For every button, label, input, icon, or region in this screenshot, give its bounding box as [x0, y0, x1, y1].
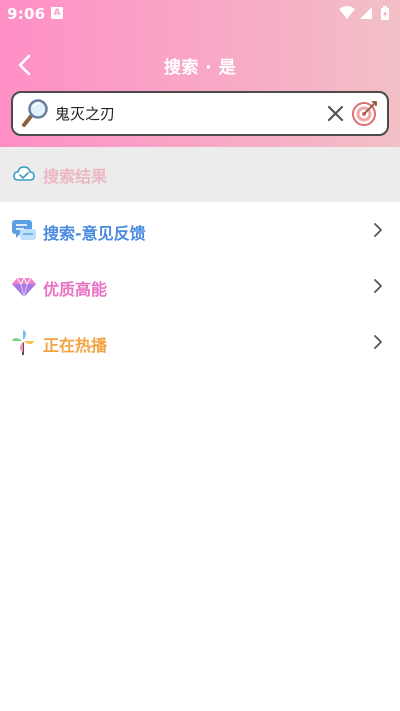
magnifier-icon [19, 98, 51, 130]
status-bar: 9:06 A [0, 0, 400, 28]
header-bar: 9:06 A 搜索 · 是 [0, 0, 400, 147]
search-input[interactable] [55, 101, 315, 126]
chevron-right-icon [372, 277, 384, 295]
target-icon [352, 101, 377, 126]
page-title: 搜索 · 是 [163, 58, 237, 78]
list-item-label: 优质高能 [43, 280, 108, 299]
list-item-now-playing[interactable]: 正在热播 [0, 314, 400, 370]
list-item-feedback[interactable]: 搜索-意见反馈 [0, 202, 400, 258]
battery-charging-icon [381, 6, 389, 20]
diamond-icon [11, 273, 37, 299]
chevron-right-icon [372, 221, 384, 239]
chevron-right-icon [372, 333, 384, 351]
search-results-label: 搜索结果 [43, 167, 108, 186]
status-time: 9:06 [7, 5, 46, 23]
chevron-left-icon [18, 54, 31, 76]
status-icons [338, 5, 392, 21]
clear-search-button[interactable] [326, 104, 345, 123]
cloud-check-icon [13, 164, 35, 184]
list-item-label: 搜索-意见反馈 [43, 224, 146, 243]
search-bar [11, 91, 389, 136]
back-button[interactable] [12, 52, 38, 78]
list-item-high-quality[interactable]: 优质高能 [0, 258, 400, 314]
list-item-label: 正在热播 [43, 336, 108, 355]
signal-icon [360, 7, 372, 19]
target-button[interactable] [352, 100, 378, 126]
notification-badge: A [51, 7, 63, 19]
pinwheel-icon [11, 329, 37, 355]
search-results-header: 搜索结果 [0, 147, 400, 202]
close-icon [327, 105, 344, 122]
feedback-chat-icon [11, 217, 37, 243]
wifi-icon [339, 6, 355, 19]
